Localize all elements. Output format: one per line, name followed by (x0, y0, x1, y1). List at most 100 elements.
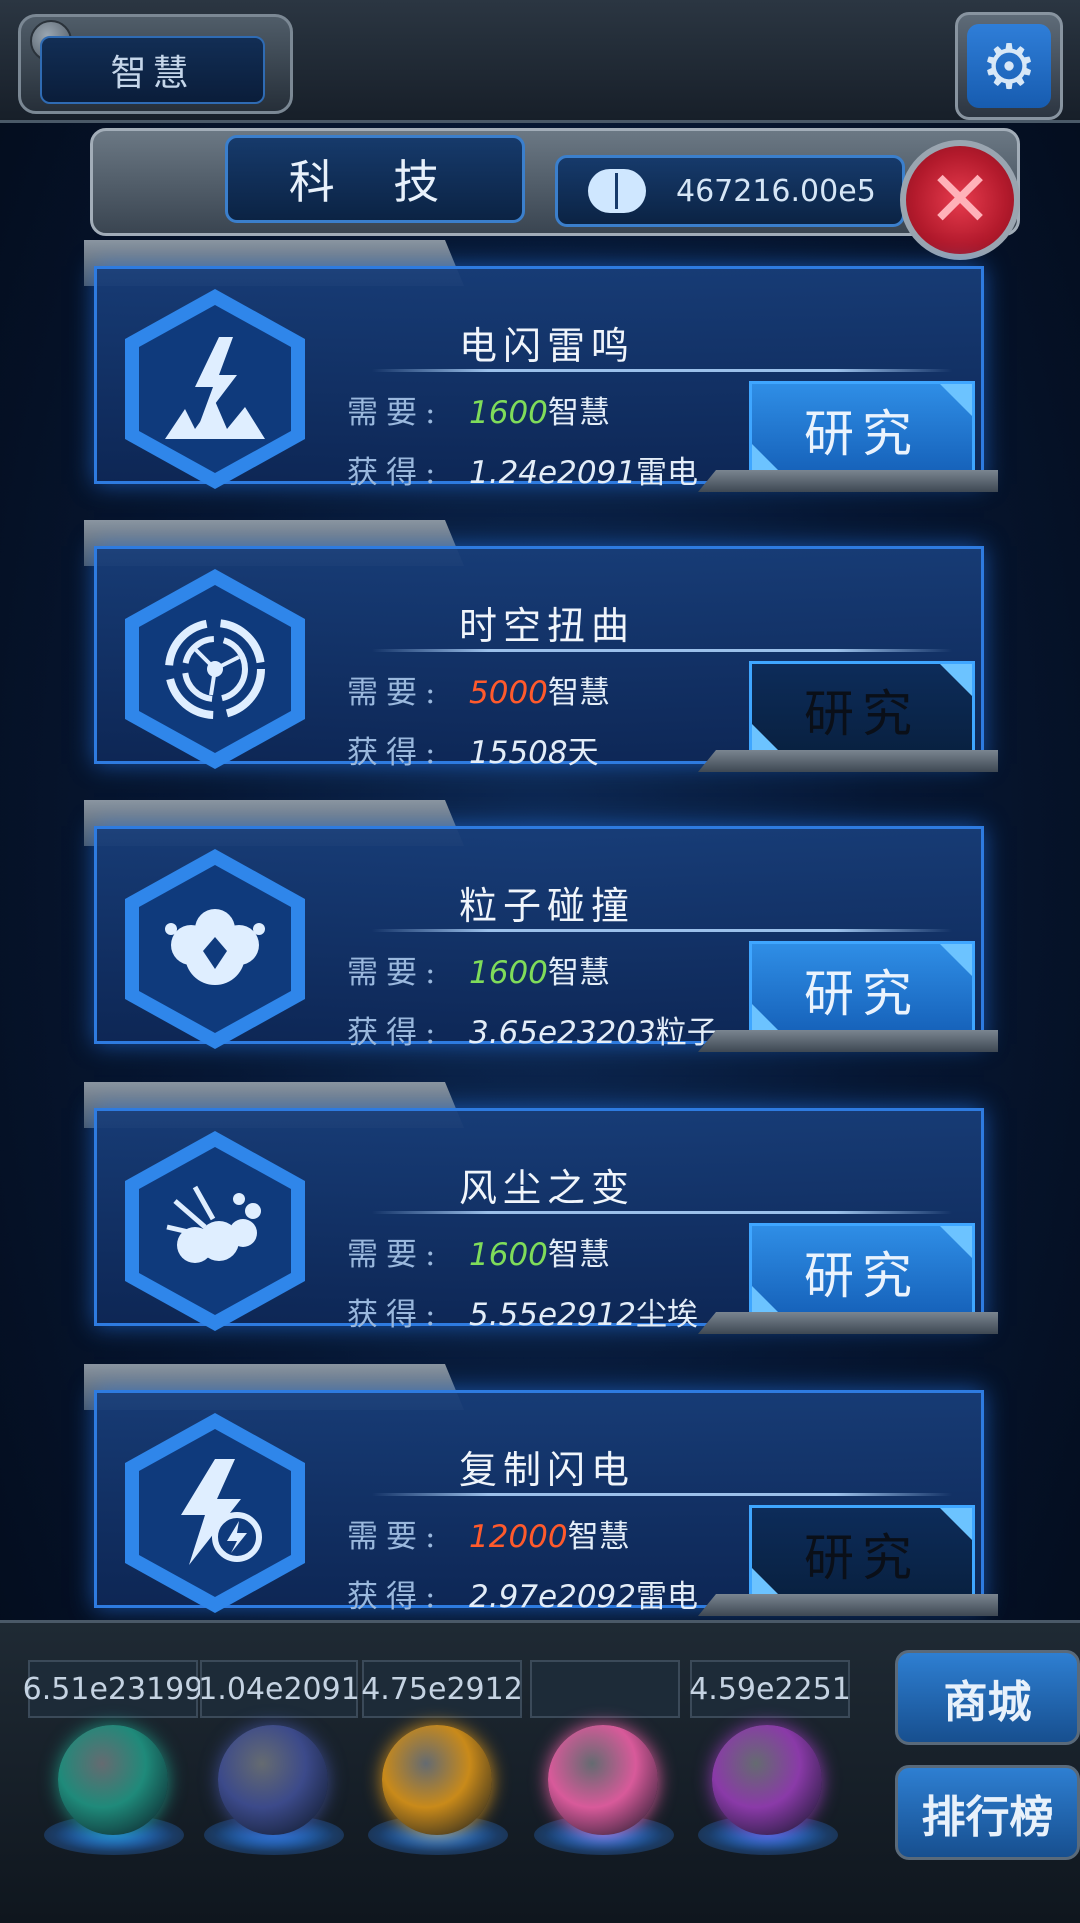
need-amount: 1600 (469, 1237, 548, 1273)
need-label: 需要: (347, 675, 444, 711)
gain-unit: 雷电 (636, 455, 698, 491)
research-card: 电闪雷鸣 需要: 1600智慧 获得: 1.24e2091雷电 研究 (78, 240, 1000, 492)
card-foot (698, 1312, 998, 1334)
research-button[interactable]: 研究 (749, 1505, 975, 1603)
gain-amount: 15508 (469, 735, 568, 771)
shop-button-label: 商城 (943, 1676, 1032, 1728)
dust-cloud-icon (139, 1147, 291, 1315)
resource-display: 467216.00e5 (555, 155, 905, 227)
shop-button[interactable]: 商城 (895, 1650, 1080, 1745)
research-title: 风尘之变 (458, 1166, 635, 1210)
need-unit: 智慧 (547, 675, 610, 711)
brain-icon (588, 169, 646, 213)
atom-orb-icon[interactable] (58, 1725, 168, 1835)
resource-count: 4.59e2251 (689, 1660, 851, 1718)
need-label: 需要: (347, 1237, 444, 1273)
card-icon-frame (125, 569, 305, 769)
lightning-copy-icon (139, 1429, 291, 1597)
close-icon: ✕ (927, 155, 993, 245)
need-unit: 智慧 (547, 955, 610, 991)
gain-value: 3.65e23203粒子 (469, 1007, 718, 1052)
lightning-orb-icon[interactable] (218, 1725, 328, 1835)
research-title: 粒子碰撞 (458, 884, 635, 928)
wisdom-tab-label: 智慧 (40, 36, 265, 104)
research-card: 时空扭曲 需要: 5000智慧 获得: 15508天 研究 (78, 520, 1000, 772)
ranking-button-label: 排行榜 (921, 1791, 1054, 1843)
need-amount: 5000 (469, 675, 548, 711)
need-unit: 智慧 (547, 1237, 610, 1273)
card-icon-frame (125, 1413, 305, 1613)
divider (372, 649, 952, 652)
card-body: 风尘之变 需要: 1600智慧 获得: 5.55e2912尘埃 研究 (94, 1108, 984, 1333)
divider (372, 929, 952, 932)
fire-orb-icon[interactable] (382, 1725, 492, 1835)
need-amount: 12000 (469, 1519, 568, 1555)
gain-label: 获得: (347, 455, 444, 491)
vortex-icon (139, 585, 291, 753)
research-button-label: 研究 (804, 965, 920, 1023)
gain-value: 15508天 (469, 727, 599, 772)
gain-value: 5.55e2912尘埃 (469, 1289, 698, 1334)
research-button[interactable]: 研究 (749, 381, 975, 479)
button-corner (940, 664, 972, 696)
divider (372, 1211, 952, 1214)
button-corner (940, 384, 972, 416)
resource-value: 467216.00e5 (676, 173, 876, 209)
research-button[interactable]: 研究 (749, 941, 975, 1039)
card-body: 时空扭曲 需要: 5000智慧 获得: 15508天 研究 (94, 546, 984, 771)
resource-count: 1.04e2091 (198, 1660, 360, 1718)
need-value: 1600智慧 (469, 947, 610, 992)
divider (372, 369, 952, 372)
need-label: 需要: (347, 1519, 444, 1555)
gain-unit: 天 (567, 735, 599, 771)
card-body: 电闪雷鸣 需要: 1600智慧 获得: 1.24e2091雷电 研究 (94, 266, 984, 491)
research-button-label: 研究 (804, 685, 920, 743)
network-orb-icon[interactable] (548, 1725, 658, 1835)
gain-value: 1.24e2091雷电 (469, 447, 698, 492)
lightning-strike-icon (139, 305, 291, 473)
research-button-label: 研究 (804, 405, 920, 463)
need-value: 12000智慧 (469, 1511, 630, 1556)
research-button[interactable]: 研究 (749, 1223, 975, 1321)
resource-count: 6.51e23199 (23, 1660, 203, 1718)
research-card: 复制闪电 需要: 12000智慧 获得: 2.97e2092雷电 研究 (78, 1364, 1000, 1616)
research-title: 复制闪电 (458, 1448, 635, 1492)
need-label: 需要: (347, 955, 444, 991)
research-button-label: 研究 (804, 1529, 920, 1587)
card-icon-frame (125, 289, 305, 489)
need-unit: 智慧 (547, 395, 610, 431)
page-title: 科 技 (225, 135, 525, 223)
button-corner (940, 944, 972, 976)
portal-orb-icon[interactable] (712, 1725, 822, 1835)
need-value: 1600智慧 (469, 1229, 610, 1274)
need-value: 1600智慧 (469, 387, 610, 432)
button-corner (940, 1226, 972, 1258)
need-amount: 1600 (469, 955, 548, 991)
research-card: 粒子碰撞 需要: 1600智慧 获得: 3.65e23203粒子 研究 (78, 800, 1000, 1052)
gain-label: 获得: (347, 1015, 444, 1051)
card-icon-frame (125, 1131, 305, 1331)
card-foot (698, 470, 998, 492)
ranking-button[interactable]: 排行榜 (895, 1765, 1080, 1860)
settings-button[interactable]: ⚙ (955, 12, 1063, 120)
gain-label: 获得: (347, 735, 444, 771)
research-button-label: 研究 (804, 1247, 920, 1305)
need-label: 需要: (347, 395, 444, 431)
gain-unit: 雷电 (636, 1579, 698, 1615)
card-body: 粒子碰撞 需要: 1600智慧 获得: 3.65e23203粒子 研究 (94, 826, 984, 1051)
need-unit: 智慧 (567, 1519, 630, 1555)
gain-label: 获得: (347, 1579, 444, 1615)
research-card: 风尘之变 需要: 1600智慧 获得: 5.55e2912尘埃 研究 (78, 1082, 1000, 1334)
gain-unit: 尘埃 (636, 1297, 698, 1333)
research-button[interactable]: 研究 (749, 661, 975, 759)
card-foot (698, 1594, 998, 1616)
card-foot (698, 1030, 998, 1052)
card-icon-frame (125, 849, 305, 1049)
card-foot (698, 750, 998, 772)
resource-count (530, 1660, 680, 1718)
gain-amount: 1.24e2091 (469, 455, 636, 491)
gear-icon: ⚙ (967, 24, 1051, 108)
research-title: 电闪雷鸣 (458, 324, 635, 368)
gain-amount: 5.55e2912 (469, 1297, 636, 1333)
gain-value: 2.97e2092雷电 (469, 1571, 698, 1616)
